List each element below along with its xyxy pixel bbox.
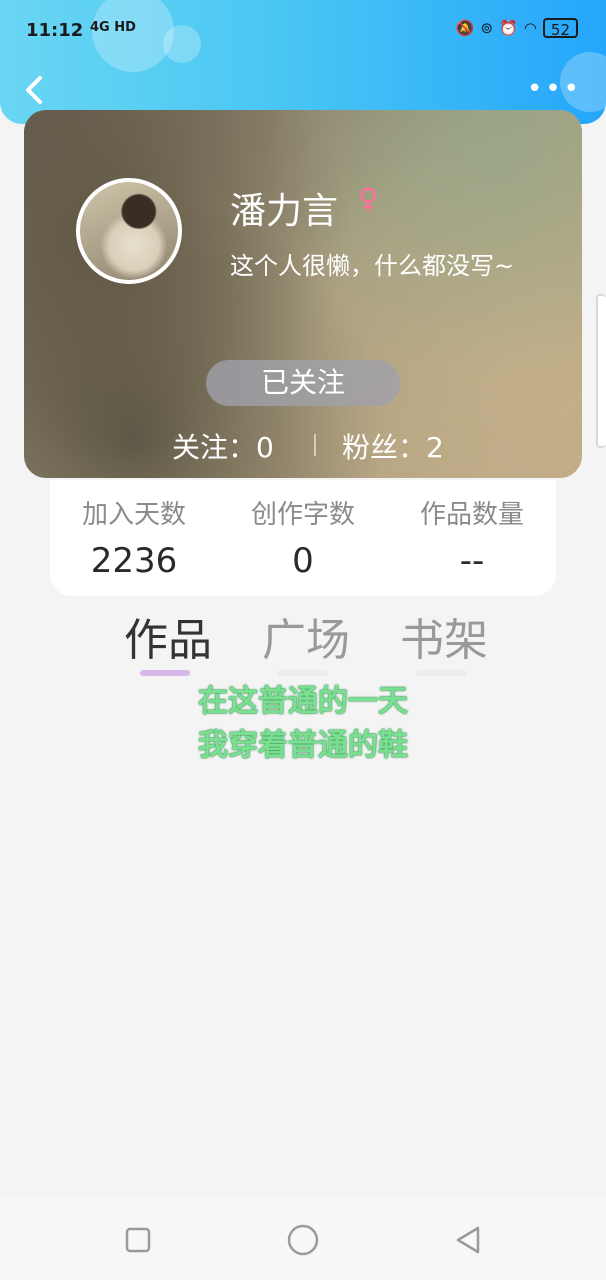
stat-label: 加入天数 [81, 500, 186, 530]
tab-bookshelf-indicator [416, 670, 466, 676]
more-button[interactable]: ••• [527, 76, 582, 102]
gender-female-icon: ♀ [358, 182, 379, 215]
stat-word-count: 创作字数 0 [219, 494, 387, 581]
alarm-icon: ⏰ [499, 19, 518, 37]
lock-icon: ⊚ [480, 19, 494, 37]
square-icon [125, 1227, 151, 1253]
status-icons: 🔕 ⊚ ⏰ ◠ 52 [455, 18, 578, 39]
header-bar: 11:12 4G HD 🔕 ⊚ ⏰ ◠ 52 ••• [0, 0, 606, 124]
tab-works[interactable]: 作品 [124, 604, 212, 668]
stat-value: 2236 [90, 541, 178, 581]
triangle-back-icon [456, 1226, 480, 1254]
user-bio: 这个人很懒，什么都没写~ [230, 252, 515, 280]
stats-divider [314, 434, 316, 456]
username: 潘力言 [230, 191, 339, 232]
side-edge-handle[interactable] [596, 294, 606, 448]
stat-join-days: 加入天数 2236 [50, 494, 218, 581]
followed-button[interactable]: 已关注 [206, 360, 400, 406]
nav-back-button[interactable] [448, 1220, 488, 1260]
profile-card: 潘力言 ♀ 这个人很懒，什么都没写~ 已关注 关注：0 粉丝：2 [24, 110, 582, 478]
stat-label: 作品数量 [419, 500, 524, 530]
home-button[interactable] [283, 1220, 323, 1260]
tab-square[interactable]: 广场 [262, 604, 350, 668]
network-indicator: 4G HD [90, 20, 136, 35]
headset-icon: ◠ [523, 19, 537, 37]
stat-label: 创作字数 [250, 500, 355, 530]
system-nav-bar [0, 1198, 606, 1280]
profile-tabs: 作品 广场 书架 [0, 604, 606, 684]
chevron-left-icon [26, 76, 42, 104]
more-dots-icon: ••• [526, 74, 582, 104]
battery-icon: 52 [542, 18, 578, 39]
tab-works-indicator [140, 670, 190, 676]
followers-count[interactable]: 粉丝：2 [342, 426, 444, 466]
back-button[interactable] [16, 70, 56, 110]
empty-state-line-1: 在这普通的一天 [198, 684, 408, 719]
following-count[interactable]: 关注：0 [172, 426, 274, 466]
empty-state-message: 在这普通的一天 我穿着普通的鞋 [0, 680, 606, 768]
stat-works-count: 作品数量 -- [388, 494, 556, 581]
stats-card: 加入天数 2236 创作字数 0 作品数量 -- [50, 480, 556, 596]
stat-value: 0 [292, 541, 314, 581]
status-time: 11:12 [26, 20, 84, 41]
tab-bookshelf[interactable]: 书架 [400, 604, 488, 668]
circle-icon [287, 1224, 319, 1256]
stat-value: -- [459, 541, 485, 581]
recents-button[interactable] [118, 1220, 158, 1260]
status-bar: 11:12 4G HD 🔕 ⊚ ⏰ ◠ 52 [0, 0, 606, 60]
tab-square-indicator [278, 670, 328, 676]
mute-icon: 🔕 [455, 19, 475, 37]
avatar[interactable] [76, 178, 182, 284]
empty-state-line-2: 我穿着普通的鞋 [198, 728, 408, 763]
